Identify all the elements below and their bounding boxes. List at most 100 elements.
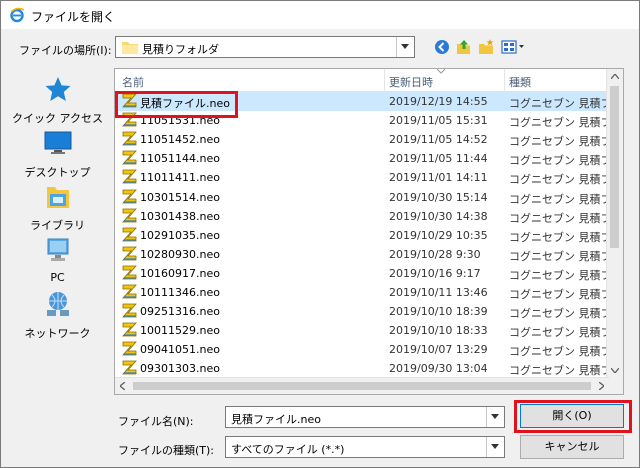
neo-file-icon [122,265,138,283]
file-row[interactable]: 10291035.neo 2019/10/29 10:35 コグニセブン 見積ファ.… [115,225,609,245]
filename-input[interactable]: 見積ファイル.neo [225,406,505,428]
file-name: 09041051.neo [140,343,220,357]
file-type: コグニセブン 見積ファ... [509,364,609,378]
horizontal-scroll-thumb[interactable] [133,382,591,390]
filename-label: ファイル名(N): [118,415,194,428]
chevron-down-icon [491,414,499,419]
file-date: 2019/10/10 18:39 [389,305,488,319]
neo-file-icon [122,208,138,226]
file-date: 2019/10/11 13:46 [389,286,488,299]
highlight-box-open-button [514,400,632,433]
file-row[interactable]: 10301514.neo 2019/10/30 15:14 コグニセブン 見積ファ.… [115,187,609,207]
column-separator[interactable] [384,69,385,91]
file-date: 2019/10/16 9:17 [389,266,481,280]
file-type: コグニセブン 見積ファ... [509,345,609,359]
file-type: コグニセブン 見積ファ... [509,154,609,168]
title-bar: ファイルを開く [1,1,639,29]
file-date: 2019/10/28 9:30 [389,247,481,261]
scroll-down-icon[interactable] [611,368,619,373]
back-arrow-icon [435,40,449,54]
back-button[interactable] [432,37,452,57]
file-type: コグニセブン 見積ファ... [509,288,609,301]
file-row[interactable]: 10011529.neo 2019/10/10 18:33 コグニセブン 見積ファ.… [115,320,609,340]
open-file-dialog: ファイルを開く ファイルの場所(I): 見積りフォルダ クイック アクセス デス… [0,0,640,468]
file-name: 11011411.neo [140,171,220,185]
desktop-icon [44,131,72,154]
sort-indicator-icon [437,69,445,74]
filename-dropdown-button[interactable] [486,407,504,427]
column-separator[interactable] [504,69,505,91]
file-name: 10301438.neo [140,209,220,223]
location-combobox[interactable]: 見積りフォルダ [115,36,415,58]
place-quick-access[interactable]: クイック アクセス [11,76,104,128]
file-date: 2019/10/07 13:29 [389,343,488,357]
horizontal-scrollbar[interactable] [115,377,609,394]
neo-file-icon [122,227,138,245]
file-type: コグニセブン 見積ファ... [509,173,609,187]
place-desktop[interactable]: デスクトップ [11,130,104,182]
chevron-down-icon [491,444,499,449]
column-name[interactable]: 名前 [122,74,144,90]
location-value: 見積りフォルダ [142,43,219,56]
places-bar: クイック アクセス デスクトップ ライブラリ PC ネットワーク [11,68,104,398]
file-date: 2019/10/29 10:35 [389,228,488,242]
neo-file-icon [122,246,138,264]
filetype-dropdown-button[interactable] [486,437,504,457]
place-label: ネットワーク [24,327,91,340]
file-type: コグニセブン 見積ファ... [509,249,609,263]
computer-icon [47,238,69,261]
star-icon [45,77,71,101]
column-type[interactable]: 種類 [509,74,531,90]
column-date[interactable]: 更新日時 [389,74,433,90]
place-label: デスクトップ [24,166,91,179]
filetype-value: すべてのファイル (*.*) [231,443,345,456]
cancel-button[interactable]: キャンセル [520,435,624,459]
neo-file-icon [122,284,138,302]
file-row[interactable]: 09041051.neo 2019/10/07 13:29 コグニセブン 見積ファ.… [115,339,609,359]
file-row[interactable]: 10111346.neo 2019/10/11 13:46 コグニセブン 見積ファ.… [115,282,609,302]
file-type: コグニセブン 見積ファ... [509,135,609,149]
location-label: ファイルの場所(I): [19,44,112,57]
file-date: 2019/11/01 14:11 [389,171,488,185]
file-type: コグニセブン 見積ファ... [509,211,609,225]
file-type: コグニセブン 見積ファ... [509,307,609,321]
place-network[interactable]: ネットワーク [11,291,104,343]
filetype-select[interactable]: すべてのファイル (*.*) [225,436,505,458]
scroll-left-icon[interactable] [120,382,125,390]
file-row[interactable]: 11011411.neo 2019/11/01 14:11 コグニセブン 見積ファ.… [115,167,609,187]
location-dropdown-button[interactable] [396,37,414,57]
scroll-up-icon[interactable] [611,74,619,79]
scroll-right-icon[interactable] [599,382,604,390]
file-name: 11051144.neo [140,152,220,166]
file-row[interactable]: 11051144.neo 2019/11/05 11:44 コグニセブン 見積ファ.… [115,148,609,168]
file-type: コグニセブン 見積ファ... [509,230,609,244]
file-row[interactable]: 10160917.neo 2019/10/16 9:17 コグニセブン 見積ファ..… [115,263,609,283]
file-name: 09301303.neo [140,362,220,376]
up-folder-button[interactable] [454,37,474,57]
file-name: 10301514.neo [140,190,220,204]
file-type: コグニセブン 見積ファ... [509,192,609,206]
neo-file-icon [122,341,138,359]
view-menu-button[interactable] [499,37,527,57]
file-name: 10160917.neo [140,266,220,280]
place-pc[interactable]: PC [11,237,104,289]
neo-file-icon [122,189,138,207]
file-row[interactable]: 09301303.neo 2019/09/30 13:04 コグニセブン 見積ファ.… [115,358,609,378]
file-name: 10280930.neo [140,247,220,261]
file-row[interactable]: 09251316.neo 2019/10/10 18:39 コグニセブン 見積ファ.… [115,301,609,321]
neo-file-icon [122,303,138,321]
file-row[interactable]: 10301438.neo 2019/10/30 14:38 コグニセブン 見積ファ.… [115,206,609,226]
new-folder-button[interactable] [476,37,496,57]
vertical-scroll-thumb[interactable] [610,86,619,248]
file-date: 2019/10/30 14:38 [389,209,488,223]
place-label: ライブラリ [30,219,85,232]
file-type: コグニセブン 見積ファ... [509,116,609,130]
file-date: 2019/09/30 13:04 [389,362,488,376]
file-row[interactable]: 10280930.neo 2019/10/28 9:30 コグニセブン 見積ファ..… [115,244,609,264]
file-row[interactable]: 11051452.neo 2019/11/05 14:52 コグニセブン 見積ファ.… [115,129,609,149]
place-libraries[interactable]: ライブラリ [11,183,104,235]
new-folder-icon [479,39,494,54]
folder-icon [122,42,138,54]
file-name: 10291035.neo [140,228,220,242]
vertical-scrollbar[interactable] [606,69,623,378]
